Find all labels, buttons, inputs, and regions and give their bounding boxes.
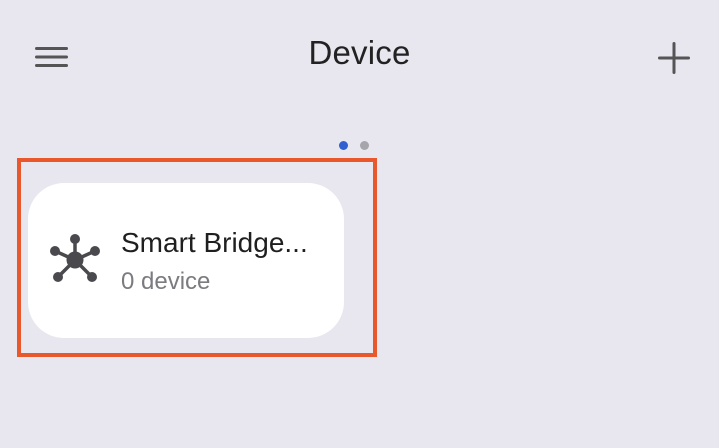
add-device-button[interactable]: [654, 38, 694, 78]
device-name: Smart Bridge...: [121, 227, 308, 258]
plus-icon: [658, 42, 690, 74]
page-indicator: [339, 139, 369, 151]
app-header: Device: [0, 0, 719, 112]
device-count: 0 device: [121, 268, 211, 295]
device-screen: Device Smart Bridge... 0 device: [0, 0, 719, 448]
page-title: Device: [308, 34, 411, 71]
page-dot-inactive[interactable]: [360, 140, 369, 150]
network-hub-icon: [46, 231, 104, 289]
device-card[interactable]: Smart Bridge... 0 device: [28, 183, 344, 338]
page-dot-active[interactable]: [339, 140, 348, 150]
